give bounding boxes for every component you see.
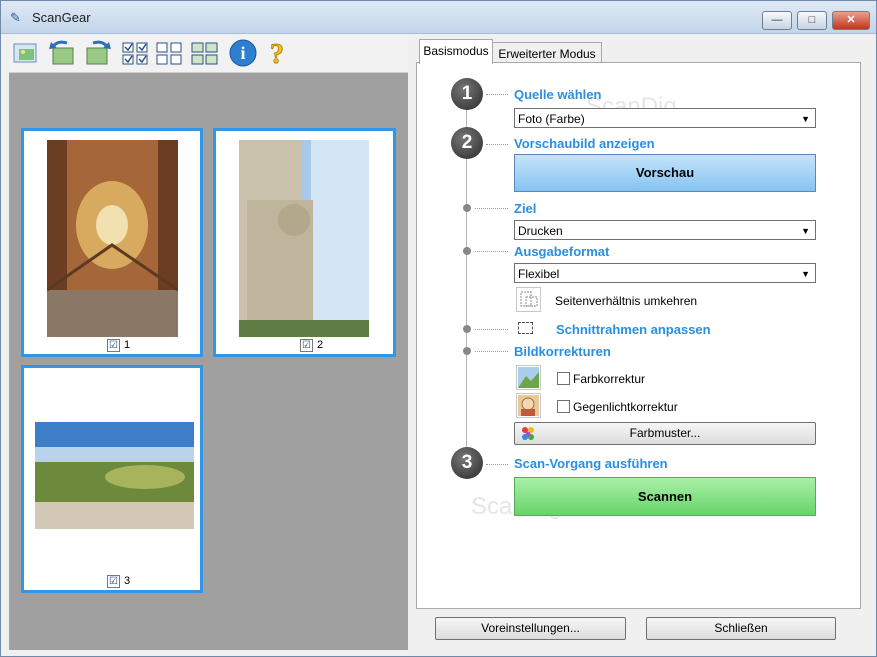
thumbnail-image-3 xyxy=(35,422,194,529)
minimize-button[interactable]: — xyxy=(762,11,792,30)
scanner-icon: ✎ xyxy=(10,10,21,25)
close-button[interactable]: Schließen xyxy=(646,617,836,640)
step-3-heading: Scan-Vorgang ausführen xyxy=(514,456,668,471)
crop-dot xyxy=(463,325,471,333)
destination-select-value: Drucken xyxy=(518,224,563,238)
crop-frame-button[interactable]: Schnittrahmen anpassen xyxy=(556,322,711,337)
backlight-correction-checkbox[interactable] xyxy=(557,400,570,413)
preview-area[interactable]: ☑ 1 ☑ 2 ☑ 3 xyxy=(9,73,408,650)
korrektur-dot xyxy=(463,347,471,355)
ziel-dot xyxy=(463,204,471,212)
scangear-window: ✎ ScanGear — □ ✕ i ? ☑ 1 ☑ 2 ☑ 3 Basismo… xyxy=(0,0,877,657)
backlight-correction-icon xyxy=(516,393,541,418)
chevron-down-icon: ▼ xyxy=(801,114,810,124)
toolbar: i ? xyxy=(9,34,408,73)
ausgabe-dot xyxy=(463,247,471,255)
step-2-leader xyxy=(486,144,508,146)
color-correction-label: Farbkorrektur xyxy=(573,372,646,386)
step-1-leader xyxy=(486,94,508,96)
thumbnail-view-icon[interactable] xyxy=(190,38,220,68)
thumbnail-3-number: 3 xyxy=(124,575,131,587)
color-pattern-button[interactable]: Farbmuster... xyxy=(514,422,816,445)
preferences-button[interactable]: Voreinstellungen... xyxy=(435,617,626,640)
svg-text:i: i xyxy=(240,43,245,63)
thumbnail-1-number: 1 xyxy=(124,339,131,351)
ausgabe-heading: Ausgabeformat xyxy=(514,244,610,259)
title-bar[interactable]: ✎ ScanGear — □ ✕ xyxy=(1,1,876,34)
thumbnail-1-checkbox[interactable]: ☑ xyxy=(107,339,120,352)
rotate-right-icon[interactable] xyxy=(83,38,113,68)
crop-leader xyxy=(475,329,508,331)
rotate-left-icon[interactable] xyxy=(47,38,77,68)
step-2-heading: Vorschaubild anzeigen xyxy=(514,136,655,151)
scan-button[interactable]: Scannen xyxy=(514,477,816,516)
ausgabe-leader xyxy=(475,251,508,253)
output-format-select[interactable]: Flexibel ▼ xyxy=(514,263,816,283)
korrektur-heading: Bildkorrekturen xyxy=(514,344,611,359)
deselect-all-icon[interactable] xyxy=(155,38,185,68)
crop-frame-icon[interactable] xyxy=(518,322,533,334)
swap-aspect-ratio-icon[interactable] xyxy=(516,287,541,312)
destination-select[interactable]: Drucken ▼ xyxy=(514,220,816,240)
step-1-badge: 1 xyxy=(451,78,483,110)
window-title: ScanGear xyxy=(32,10,91,25)
source-select[interactable]: Foto (Farbe) ▼ xyxy=(514,108,816,128)
scan-photo-icon[interactable] xyxy=(11,38,41,68)
backlight-correction-label: Gegenlichtkorrektur xyxy=(573,400,678,414)
ziel-heading: Ziel xyxy=(514,201,537,216)
thumbnail-3-checkbox[interactable]: ☑ xyxy=(107,575,120,588)
step-3-badge: 3 xyxy=(451,447,483,479)
color-correction-checkbox[interactable] xyxy=(557,372,570,385)
svg-text:?: ? xyxy=(270,39,284,68)
output-format-select-value: Flexibel xyxy=(518,267,560,281)
thumbnail-1[interactable]: ☑ 1 xyxy=(21,128,203,357)
thumbnail-image-1 xyxy=(46,140,179,337)
close-window-button[interactable]: ✕ xyxy=(832,11,870,30)
select-all-icon[interactable] xyxy=(121,38,151,68)
source-select-value: Foto (Farbe) xyxy=(518,112,585,126)
chevron-down-icon: ▼ xyxy=(801,269,810,279)
color-pattern-label: Farbmuster... xyxy=(629,426,701,440)
step-3-leader xyxy=(486,464,508,466)
color-correction-icon xyxy=(516,365,541,390)
thumbnail-3[interactable]: ☑ 3 xyxy=(21,365,203,593)
step-1-heading: Quelle wählen xyxy=(514,87,602,102)
maximize-button[interactable]: □ xyxy=(797,11,827,30)
color-pattern-icon xyxy=(520,426,536,449)
thumbnail-image-2 xyxy=(239,140,369,337)
preview-button[interactable]: Vorschau xyxy=(514,154,816,192)
thumbnail-2-number: 2 xyxy=(317,339,324,351)
korrektur-leader xyxy=(475,351,508,353)
help-icon[interactable]: ? xyxy=(262,38,292,71)
step-2-badge: 2 xyxy=(451,127,483,159)
thumbnail-2[interactable]: ☑ 2 xyxy=(213,128,396,357)
thumbnail-2-checkbox[interactable]: ☑ xyxy=(300,339,313,352)
info-icon[interactable]: i xyxy=(228,38,258,68)
chevron-down-icon: ▼ xyxy=(801,226,810,236)
tab-basismodus[interactable]: Basismodus xyxy=(419,39,493,64)
ziel-leader xyxy=(475,208,508,210)
swap-aspect-ratio-label: Seitenverhältnis umkehren xyxy=(555,294,698,308)
